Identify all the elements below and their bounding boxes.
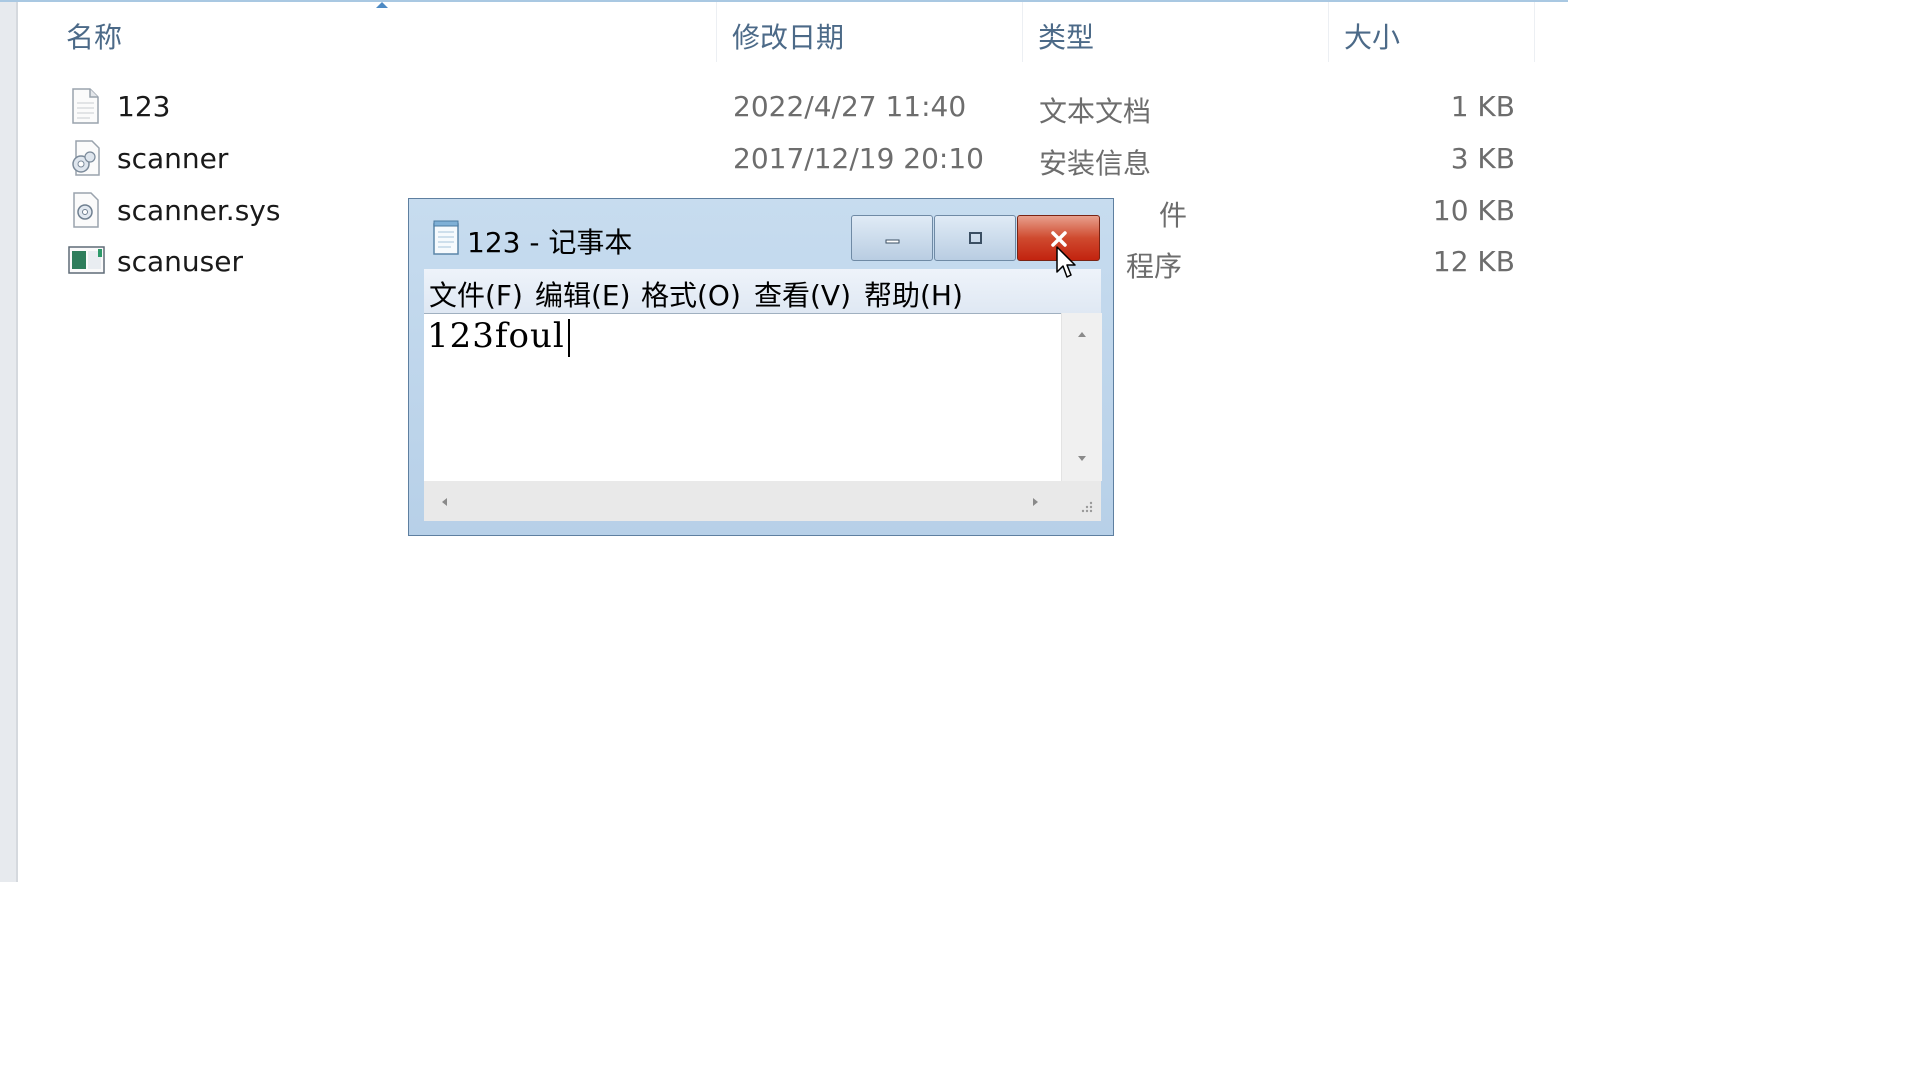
menu-format[interactable]: 格式(O) <box>641 274 741 314</box>
menu-help[interactable]: 帮助(H) <box>864 274 963 314</box>
maximize-button[interactable] <box>934 215 1016 261</box>
scroll-right-arrow-icon <box>1033 498 1038 506</box>
minimize-button[interactable] <box>851 215 933 261</box>
scroll-up-arrow-icon <box>1078 332 1086 337</box>
file-name: scanner <box>117 142 229 175</box>
text-caret <box>567 319 570 357</box>
file-row-scanner[interactable]: scanner 2017/12/19 20:10 安装信息 3 KB <box>60 134 1540 184</box>
menu-edit[interactable]: 编辑(E) <box>535 274 631 314</box>
file-size: 3 KB <box>1450 142 1515 175</box>
file-row-123[interactable]: 123 2022/4/27 11:40 文本文档 1 KB <box>60 82 1540 132</box>
notepad-icon <box>431 219 461 255</box>
file-date: 2022/4/27 11:40 <box>733 90 967 123</box>
file-name: scanuser <box>117 245 243 278</box>
system-file-icon <box>68 192 102 228</box>
menu-view[interactable]: 查看(V) <box>754 274 851 314</box>
notepad-title: 123 - 记事本 <box>467 226 633 259</box>
scroll-down-arrow-icon <box>1078 456 1086 461</box>
column-header-name[interactable]: 名称 <box>66 16 122 56</box>
vertical-scrollbar[interactable] <box>1061 313 1102 481</box>
column-divider[interactable] <box>1534 2 1535 62</box>
resize-grip-icon[interactable] <box>1061 481 1101 521</box>
file-type: 程序 <box>1126 250 1183 283</box>
sort-ascending-icon <box>376 2 388 8</box>
file-name: scanner.sys <box>117 194 281 227</box>
text-file-icon <box>68 88 102 124</box>
scroll-left-arrow-icon <box>442 498 447 506</box>
file-name: 123 <box>117 90 171 123</box>
file-size: 12 KB <box>1432 245 1515 278</box>
file-type: 文本文档 <box>1039 95 1152 128</box>
file-date: 2017/12/19 20:10 <box>733 142 984 175</box>
notepad-window[interactable]: 123 - 记事本 文件(F) 编辑(E) 格式(O) 查看(V) 帮助(H) … <box>408 198 1114 536</box>
menu-file[interactable]: 文件(F) <box>429 274 523 314</box>
file-type: 件 <box>1159 199 1188 232</box>
column-divider[interactable] <box>1022 2 1023 62</box>
file-size: 1 KB <box>1450 90 1515 123</box>
mouse-cursor-icon <box>1056 246 1078 280</box>
application-icon <box>68 243 105 279</box>
column-divider[interactable] <box>1328 2 1329 62</box>
notepad-text-area[interactable]: 123foul <box>424 313 1061 482</box>
notepad-menubar: 文件(F) 编辑(E) 格式(O) 查看(V) 帮助(H) <box>424 269 1101 313</box>
file-size: 10 KB <box>1432 194 1515 227</box>
column-header-date[interactable]: 修改日期 <box>732 16 844 56</box>
column-divider[interactable] <box>716 2 717 62</box>
notepad-titlebar[interactable]: 123 - 记事本 <box>409 199 1113 269</box>
left-pane-border <box>0 0 18 882</box>
notepad-content: 123foul <box>427 316 565 356</box>
horizontal-scrollbar[interactable] <box>424 481 1061 521</box>
column-header-size[interactable]: 大小 <box>1344 16 1400 56</box>
column-header-type[interactable]: 类型 <box>1038 16 1094 56</box>
setup-info-icon <box>68 140 102 176</box>
header-top-line <box>0 0 1568 2</box>
file-type: 安装信息 <box>1039 147 1152 180</box>
